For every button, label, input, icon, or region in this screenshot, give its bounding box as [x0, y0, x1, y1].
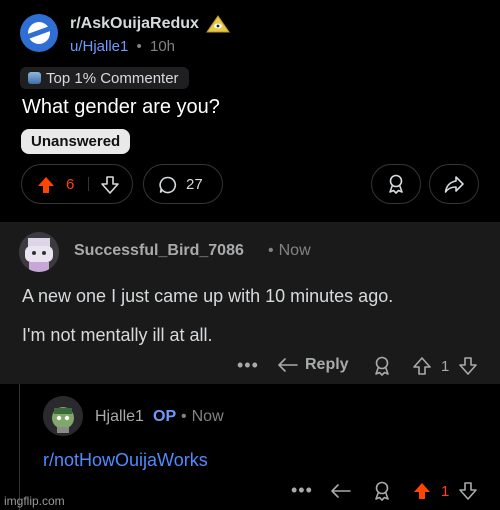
comment-count: 27: [186, 176, 203, 193]
comments-button[interactable]: 27: [143, 164, 223, 204]
reply-time: • Now: [181, 408, 224, 426]
award-icon[interactable]: [371, 355, 393, 377]
comment: Successful_Bird_7086 • Now A new one I ju…: [0, 222, 500, 384]
reply-body-link[interactable]: r/notHowOuijaWorks: [43, 450, 208, 471]
subreddit-name[interactable]: r/AskOuijaRedux: [70, 15, 199, 33]
post-meta: u/Hjalle1 • 10h: [70, 38, 175, 55]
reply-button[interactable]: Reply: [277, 356, 349, 374]
reply-author[interactable]: Hjalle1: [95, 408, 144, 426]
avatar[interactable]: [19, 232, 59, 272]
user-flair: Top 1% Commenter: [20, 67, 189, 89]
reply-arrow-icon: [278, 358, 298, 372]
watermark: imgflip.com: [4, 494, 65, 508]
comment-body-line-2: I'm not mentally ill at all.: [22, 325, 213, 345]
award-icon[interactable]: [371, 480, 393, 502]
comment-actions: ••• Reply 1: [0, 355, 500, 379]
award-button[interactable]: [371, 164, 421, 204]
more-icon[interactable]: •••: [291, 480, 313, 501]
commenter-badge-icon: [28, 72, 41, 84]
downvote-icon[interactable]: [458, 356, 478, 376]
comment-time-value: Now: [278, 242, 311, 259]
post: r/AskOuijaRedux u/Hjalle1 • 10h Top 1% C…: [0, 0, 500, 212]
reply-vote-count: 1: [441, 483, 450, 500]
reply-time-value: Now: [191, 408, 224, 425]
reply-arrow-icon[interactable]: [330, 482, 352, 500]
meta-separator: •: [268, 242, 274, 259]
post-author[interactable]: u/Hjalle1: [70, 38, 128, 55]
downvote-icon[interactable]: [458, 481, 478, 501]
share-icon: [444, 176, 464, 193]
post-age: 10h: [149, 38, 176, 55]
op-badge: OP: [153, 408, 177, 425]
post-title[interactable]: What gender are you?: [22, 96, 220, 119]
subreddit-icon[interactable]: [20, 14, 58, 52]
comment-body-line-1: A new one I just came up with 10 minutes…: [22, 286, 394, 306]
comment-author[interactable]: Successful_Bird_7086: [74, 242, 244, 260]
award-icon: [389, 174, 403, 194]
meta-separator: •: [181, 408, 187, 425]
vote-bar: 6: [21, 164, 133, 204]
comment-time: • Now: [268, 242, 311, 260]
more-icon[interactable]: •••: [237, 355, 259, 376]
vote-divider: [88, 177, 89, 191]
upvote-icon[interactable]: [36, 175, 56, 195]
meta-separator: •: [136, 38, 142, 55]
flair-label: Top 1% Commenter: [46, 69, 179, 87]
avatar[interactable]: [43, 396, 83, 436]
downvote-icon[interactable]: [100, 175, 120, 195]
upvote-icon[interactable]: [412, 356, 432, 376]
reply-label: Reply: [305, 356, 349, 373]
upvote-icon[interactable]: [412, 481, 432, 501]
illuminati-icon: [206, 15, 230, 33]
post-vote-count: 6: [66, 176, 75, 193]
reply-actions: ••• 1: [0, 480, 500, 504]
post-tag[interactable]: Unanswered: [21, 129, 131, 154]
share-button[interactable]: [429, 164, 479, 204]
comment-vote-count: 1: [441, 358, 450, 375]
comment-bubble-icon: [159, 176, 177, 194]
